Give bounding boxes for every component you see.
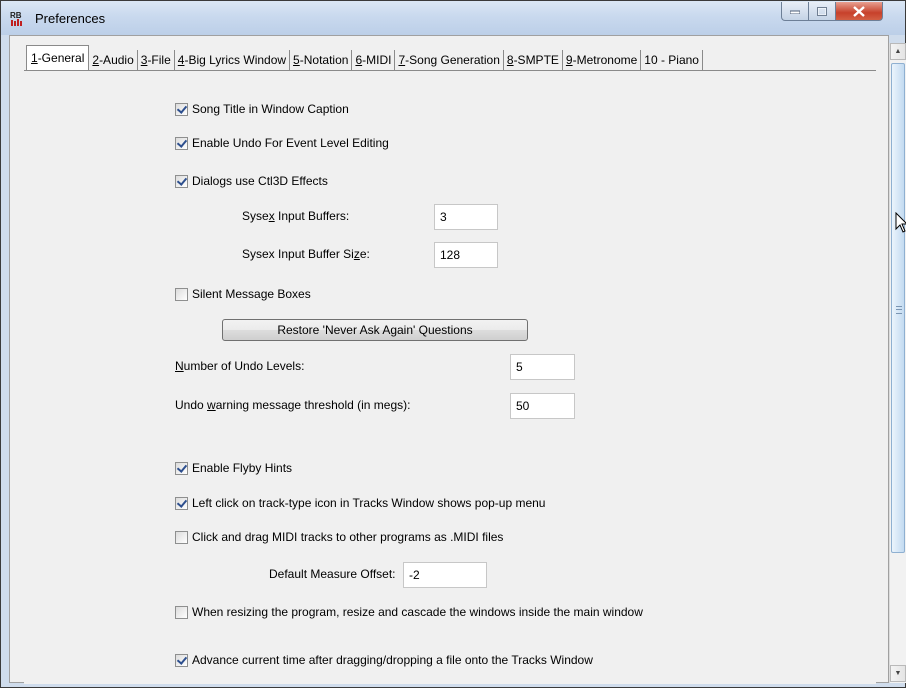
left-click-popup-checkbox[interactable] [175,496,188,510]
advance-time-label: Advance current time after dragging/drop… [192,653,593,667]
vertical-scrollbar[interactable]: ▲ ▼ [889,43,906,683]
undo-threshold-input[interactable]: 50 [510,393,575,419]
advance-time-row[interactable]: Advance current time after dragging/drop… [175,653,593,667]
ctl3d-row[interactable]: Dialogs use Ctl3D Effects [175,174,328,188]
undo-levels-label: Number of Undo Levels: [175,359,305,373]
silent-messages-label: Silent Message Boxes [192,287,311,301]
scroll-down-icon: ▼ [894,670,902,677]
tab-9[interactable]: 9-Metronome [563,50,642,71]
default-measure-offset-input[interactable]: -2 [403,562,487,588]
silent-messages-row[interactable]: Silent Message Boxes [175,287,311,301]
scroll-grip-icon [896,306,902,314]
ctl3d-checkbox[interactable] [175,174,188,188]
undo-levels-input[interactable]: 5 [510,354,575,380]
sysex-buffer-size-label: Sysex Input Buffer Size: [242,247,370,261]
scroll-up-button[interactable]: ▲ [890,43,906,60]
default-measure-offset-label: Default Measure Offset: [269,567,396,581]
rb-app-icon: RB [10,11,22,26]
general-tab-panel [24,70,876,684]
tab-8[interactable]: 8-SMPTE [504,50,563,71]
restore-never-ask-again-button[interactable]: Restore 'Never Ask Again' Questions [222,319,528,341]
drag-midi-label: Click and drag MIDI tracks to other prog… [192,530,504,544]
left-click-popup-label: Left click on track-type icon in Tracks … [192,496,546,510]
tab-strip: 1-General 2-Audio 3-File 4-Big Lyrics Windo… [26,43,703,71]
tab-5[interactable]: 5-Notation [290,50,353,71]
undo-threshold-label: Undo warning message threshold (in megs)… [175,398,411,412]
minimize-button[interactable] [781,2,809,21]
silent-messages-checkbox[interactable] [175,287,188,301]
ctl3d-label: Dialogs use Ctl3D Effects [192,174,328,188]
flyby-hints-checkbox[interactable] [175,461,188,475]
tab-10[interactable]: 10 - Piano [641,50,703,71]
minimize-icon [790,10,800,14]
drag-midi-checkbox[interactable] [175,530,188,544]
flyby-hints-label: Enable Flyby Hints [192,461,293,475]
advance-time-checkbox[interactable] [175,653,188,667]
mouse-cursor-icon [895,212,906,233]
tab-1[interactable]: 1-General [26,45,90,71]
flyby-hints-row[interactable]: Enable Flyby Hints [175,461,292,475]
window-title: Preferences [35,11,106,26]
drag-midi-row[interactable]: Click and drag MIDI tracks to other prog… [175,530,503,544]
tab-7[interactable]: 7-Song Generation [395,50,504,71]
song-title-caption-row[interactable]: Song Title in Window Caption [175,102,349,116]
title-bar[interactable]: RB Preferences [1,1,905,35]
enable-undo-label: Enable Undo For Event Level Editing [192,136,389,150]
resize-cascade-row[interactable]: When resizing the program, resize and ca… [175,605,643,619]
maximize-button[interactable] [809,2,836,21]
scroll-down-button[interactable]: ▼ [890,665,906,682]
enable-undo-checkbox[interactable] [175,136,188,150]
sysex-buffers-label: Sysex Input Buffers: [242,209,350,223]
scroll-up-icon: ▲ [894,48,902,55]
close-button[interactable] [836,2,883,21]
svg-text:RB: RB [10,11,22,20]
enable-undo-row[interactable]: Enable Undo For Event Level Editing [175,136,389,150]
sysex-buffers-input[interactable]: 3 [434,204,498,230]
left-click-popup-row[interactable]: Left click on track-type icon in Tracks … [175,496,545,510]
close-icon [853,5,865,17]
resize-cascade-checkbox[interactable] [175,605,188,619]
tab-2[interactable]: 2-Audio [89,50,138,71]
tab-3[interactable]: 3-File [138,50,175,71]
maximize-icon [817,6,827,16]
tab-6[interactable]: 6-MIDI [352,50,396,71]
resize-cascade-label: When resizing the program, resize and ca… [192,605,643,619]
song-title-caption-label: Song Title in Window Caption [192,102,349,116]
preferences-window: RB Preferences 1-General 2-Audio 3-File 4-B… [0,0,906,688]
song-title-caption-checkbox[interactable] [175,102,188,116]
tab-4[interactable]: 4-Big Lyrics Window [175,50,291,71]
sysex-buffer-size-input[interactable]: 128 [434,242,498,268]
scroll-thumb[interactable] [891,63,905,553]
